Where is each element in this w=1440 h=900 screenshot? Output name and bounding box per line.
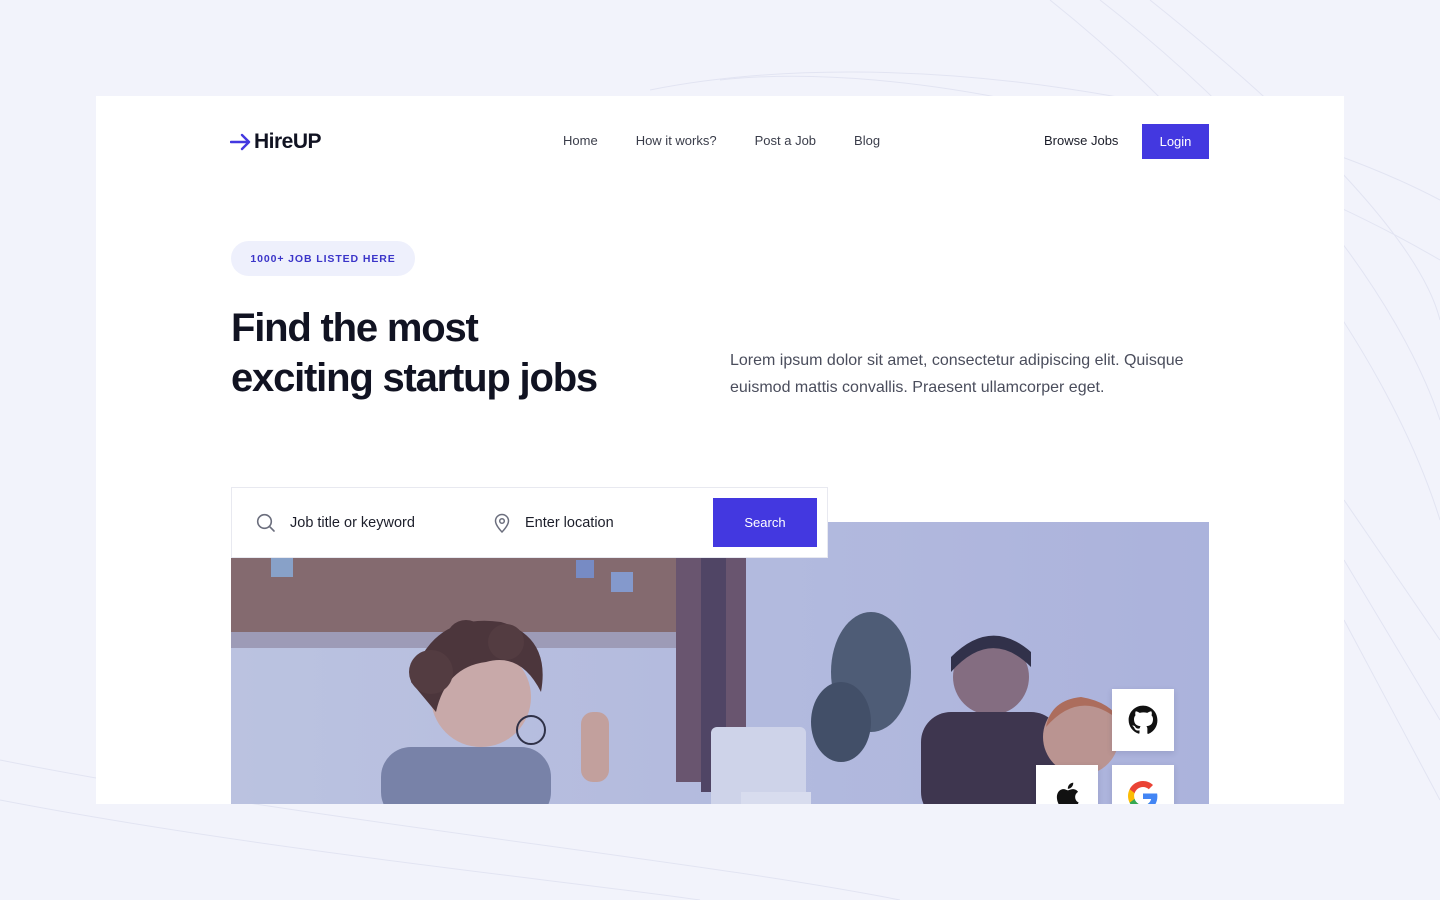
nav-home[interactable]: Home [563, 133, 598, 148]
job-count-badge: 1000+ JOB LISTED HERE [231, 241, 415, 276]
hero-headline: Find the most exciting startup jobs [231, 303, 661, 403]
landing-page: HireUP Home How it works? Post a Job Blo… [96, 96, 1344, 804]
location-input[interactable] [525, 514, 695, 531]
google-logo-tile [1112, 765, 1174, 804]
headline-line-1: Find the most [231, 306, 479, 350]
browse-jobs-link[interactable]: Browse Jobs [1044, 133, 1118, 148]
keyword-field [232, 488, 468, 557]
google-icon [1128, 781, 1158, 804]
job-search-bar: Search [231, 487, 828, 558]
nav-blog[interactable]: Blog [854, 133, 880, 148]
search-button[interactable]: Search [713, 498, 817, 547]
description-line-1: Lorem ipsum dolor sit amet, consectetur … [730, 352, 1184, 369]
location-pin-icon [494, 513, 510, 533]
login-button[interactable]: Login [1142, 124, 1209, 159]
headline-line-2: exciting startup jobs [231, 356, 598, 400]
search-icon [256, 513, 275, 532]
github-logo-tile [1112, 689, 1174, 751]
arrow-right-icon [230, 133, 251, 151]
nav-how-it-works[interactable]: How it works? [636, 133, 717, 148]
brand-logo[interactable]: HireUP [230, 130, 322, 154]
office-scene-image [231, 522, 1209, 804]
nav-post-a-job[interactable]: Post a Job [755, 133, 816, 148]
apple-icon [1056, 782, 1079, 804]
description-line-2: euismod mattis convallis. Praesent ullam… [730, 379, 1105, 396]
main-nav: Home How it works? Post a Job Blog [563, 133, 880, 148]
keyword-input[interactable] [290, 514, 460, 531]
github-icon [1128, 705, 1158, 734]
apple-logo-tile [1036, 765, 1098, 804]
hero-description: Lorem ipsum dolor sit amet, consectetur … [730, 347, 1220, 401]
team-photo [231, 522, 1209, 804]
location-field [468, 488, 708, 557]
brand-name: HireUP [254, 130, 322, 153]
